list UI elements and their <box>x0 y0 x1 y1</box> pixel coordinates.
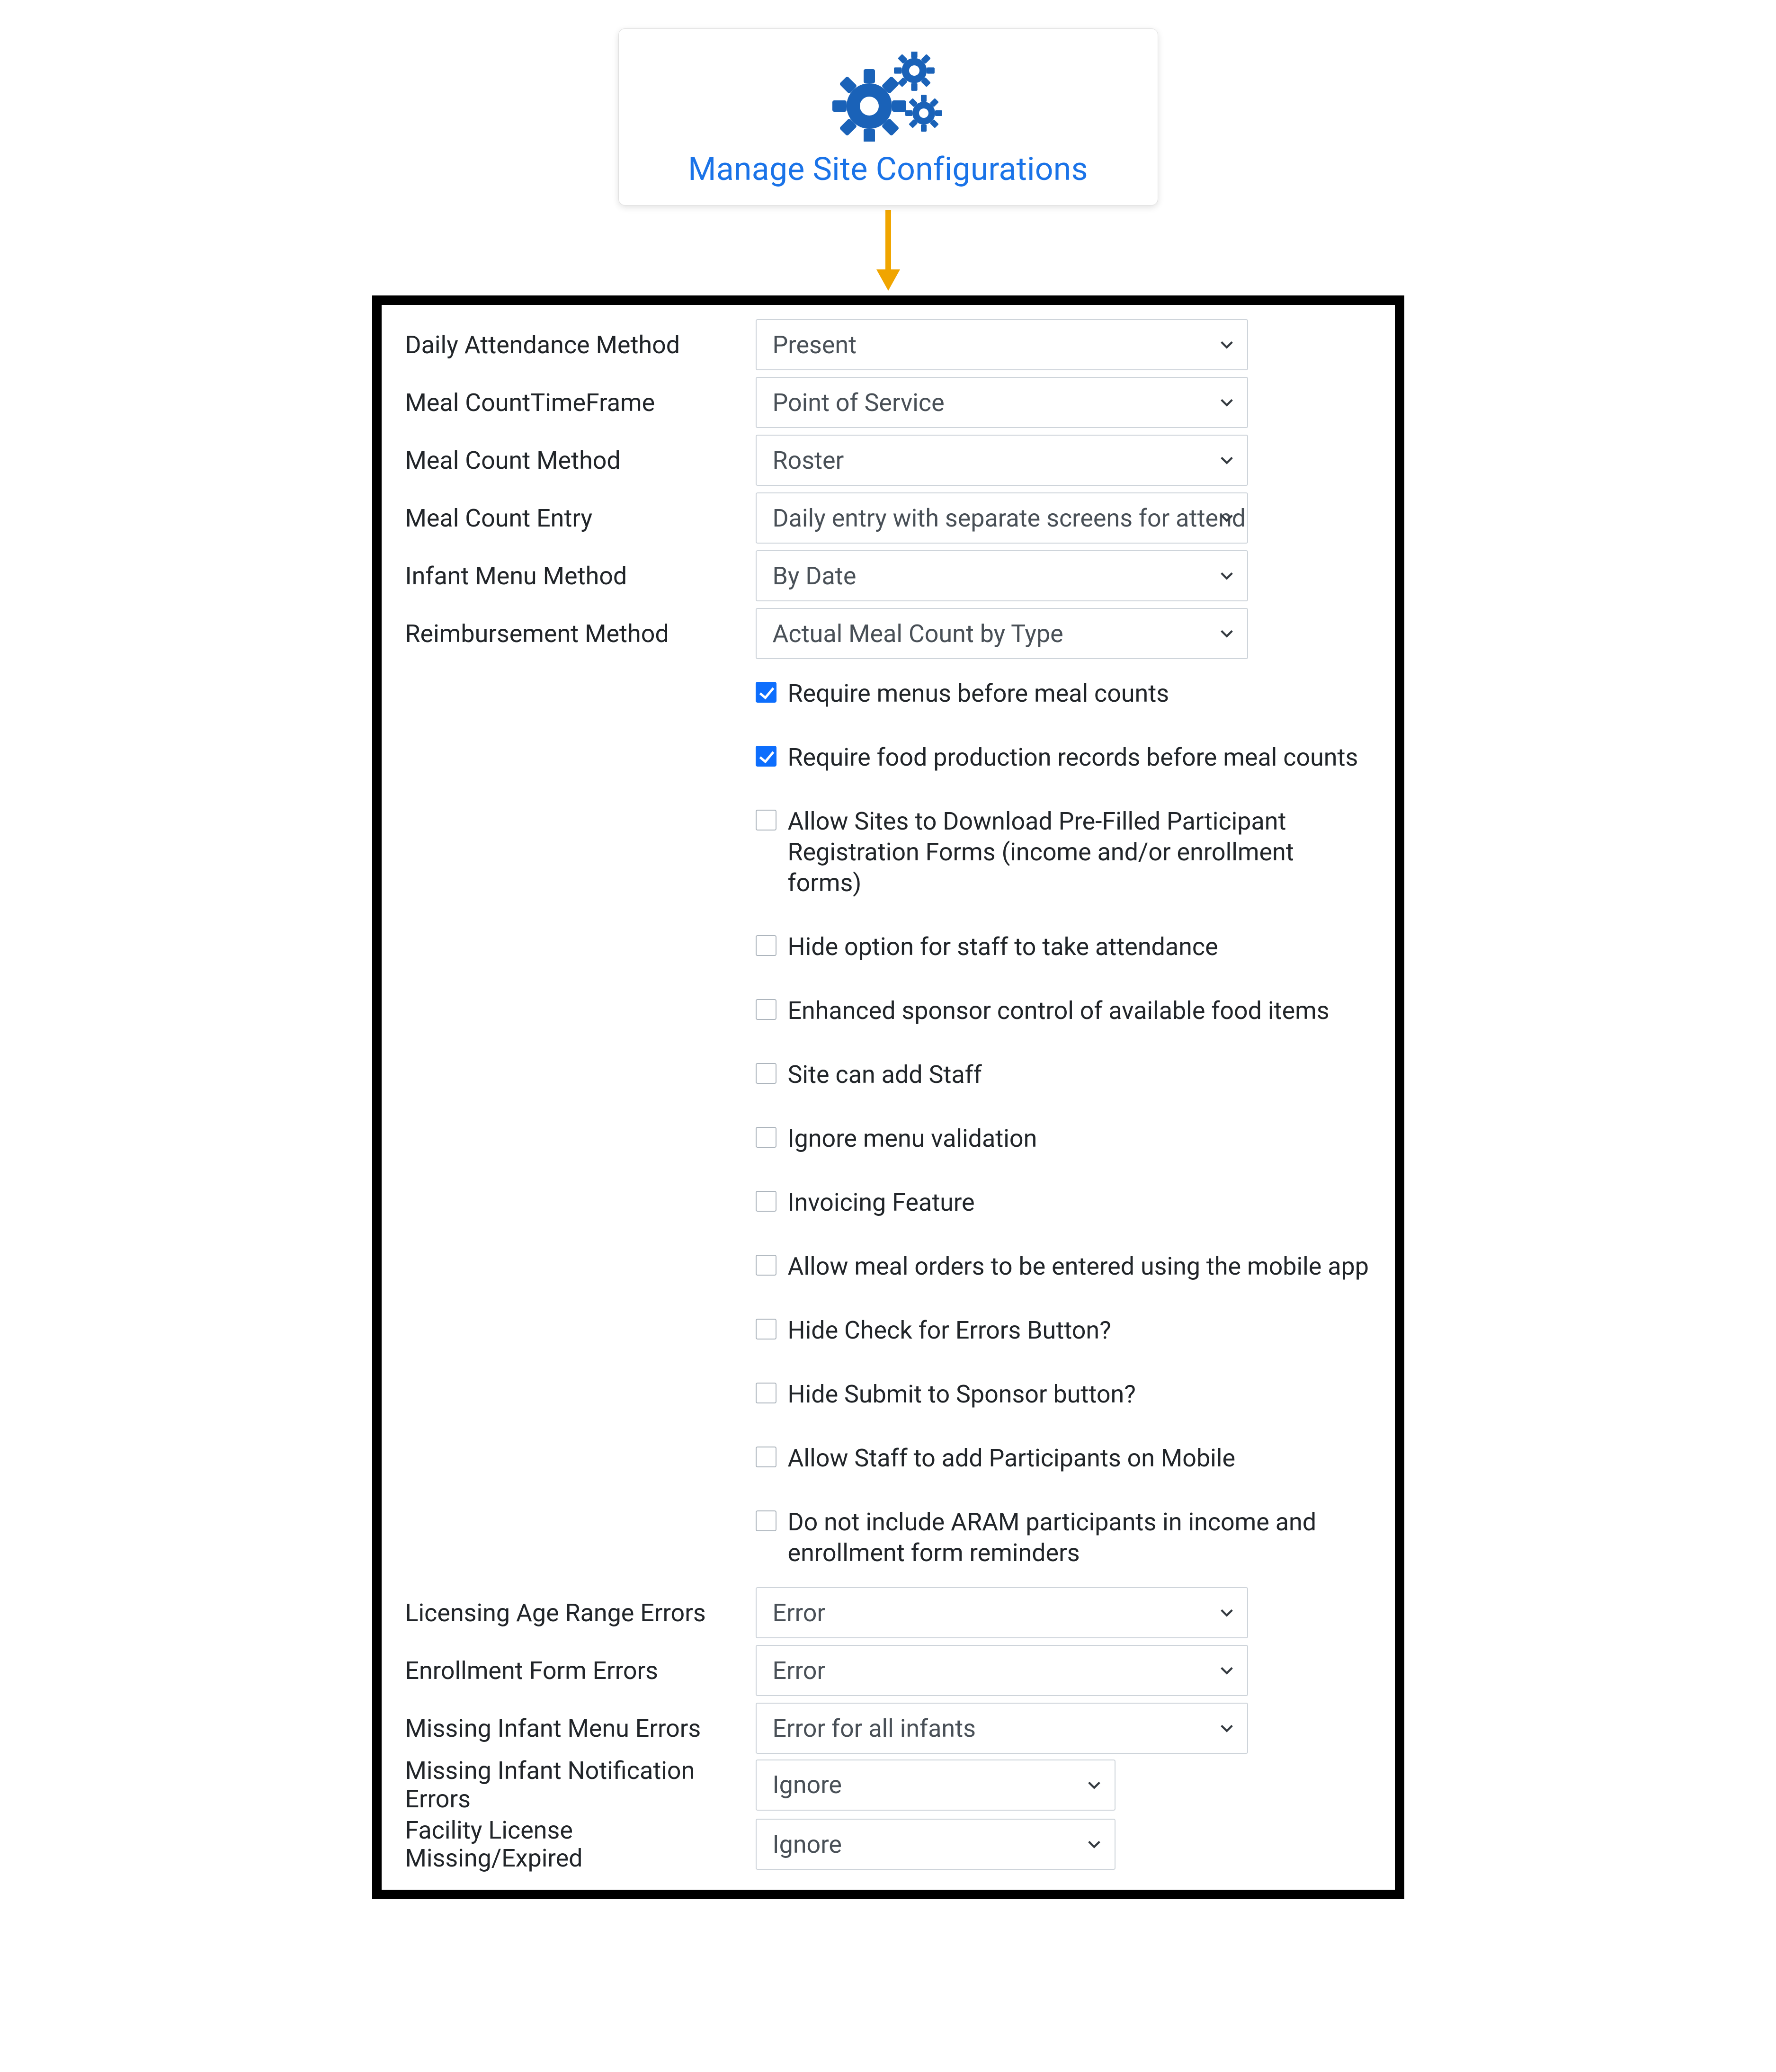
hide-staff-attendance-checkbox[interactable] <box>756 935 776 956</box>
exclude-aram-label: Do not include ARAM participants in inco… <box>788 1507 1371 1568</box>
ignore-menu-validation-label: Ignore menu validation <box>788 1123 1037 1154</box>
chevron-down-icon <box>1219 625 1235 642</box>
enhanced-sponsor-control-checkbox[interactable] <box>756 999 776 1020</box>
reimbursement-method-label: Reimbursement Method <box>405 618 756 649</box>
allow-download-prefilled-label: Allow Sites to Download Pre-Filled Parti… <box>788 806 1371 898</box>
missing-infant-menu-errors-label: Missing Infant Menu Errors <box>405 1713 756 1744</box>
manage-site-config-card[interactable]: Manage Site Configurations <box>618 28 1158 205</box>
require-food-production-label: Require food production records before m… <box>788 742 1358 773</box>
allow-meal-orders-mobile-label: Allow meal orders to be entered using th… <box>788 1251 1369 1282</box>
require-menus-label: Require menus before meal counts <box>788 678 1169 709</box>
daily-attendance-method-label: Daily Attendance Method <box>405 330 756 360</box>
infant-menu-method-select[interactable]: By Date <box>756 550 1248 601</box>
meal-count-entry-label: Meal Count Entry <box>405 503 756 534</box>
allow-staff-add-participants-mobile-checkbox[interactable] <box>756 1447 776 1467</box>
chevron-down-icon <box>1219 1605 1235 1621</box>
chevron-down-icon <box>1219 568 1235 584</box>
meal-count-method-select[interactable]: Roster <box>756 435 1248 486</box>
select-value: Ignore <box>773 1830 842 1859</box>
require-food-production-checkbox[interactable] <box>756 746 776 767</box>
ignore-menu-validation-checkbox[interactable] <box>756 1127 776 1148</box>
chevron-down-icon <box>1219 1662 1235 1679</box>
enrollment-form-errors-label: Enrollment Form Errors <box>405 1655 756 1686</box>
arrow-down-icon <box>0 210 1776 291</box>
select-value: Present <box>773 330 857 359</box>
reimbursement-method-select[interactable]: Actual Meal Count by Type <box>756 608 1248 659</box>
hide-check-errors-checkbox[interactable] <box>756 1319 776 1340</box>
invoicing-feature-label: Invoicing Feature <box>788 1187 975 1218</box>
meal-count-method-label: Meal Count Method <box>405 445 756 476</box>
chevron-down-icon <box>1086 1836 1102 1852</box>
card-title: Manage Site Configurations <box>628 150 1148 188</box>
chevron-down-icon <box>1086 1777 1102 1793</box>
missing-infant-notification-errors-label: Missing Infant Notification Errors <box>405 1757 756 1813</box>
licensing-age-range-errors-label: Licensing Age Range Errors <box>405 1598 756 1628</box>
allow-meal-orders-mobile-checkbox[interactable] <box>756 1255 776 1276</box>
chevron-down-icon <box>1219 394 1235 411</box>
hide-submit-sponsor-label: Hide Submit to Sponsor button? <box>788 1379 1136 1410</box>
select-value: By Date <box>773 562 857 590</box>
gears-icon <box>628 52 1148 142</box>
missing-infant-notification-errors-select[interactable]: Ignore <box>756 1759 1116 1811</box>
require-menus-checkbox[interactable] <box>756 682 776 703</box>
site-can-add-staff-label: Site can add Staff <box>788 1059 982 1090</box>
chevron-down-icon <box>1219 452 1235 468</box>
hide-staff-attendance-label: Hide option for staff to take attendance <box>788 931 1218 962</box>
invoicing-feature-checkbox[interactable] <box>756 1191 776 1212</box>
licensing-age-range-errors-select[interactable]: Error <box>756 1587 1248 1638</box>
chevron-down-icon <box>1219 1720 1235 1736</box>
chevron-down-icon <box>1219 337 1235 353</box>
facility-license-missing-expired-label: Facility License Missing/Expired <box>405 1816 756 1873</box>
exclude-aram-checkbox[interactable] <box>756 1510 776 1531</box>
select-value: Point of Service <box>773 388 945 417</box>
config-panel: Daily Attendance Method Present Meal Cou… <box>372 295 1404 1899</box>
select-value: Error <box>773 1599 826 1627</box>
select-value: Error for all infants <box>773 1714 976 1743</box>
enhanced-sponsor-control-label: Enhanced sponsor control of available fo… <box>788 995 1330 1026</box>
select-value: Roster <box>773 446 844 475</box>
meal-count-entry-select[interactable]: Daily entry with separate screens for at… <box>756 492 1248 544</box>
meal-count-time-frame-select[interactable]: Point of Service <box>756 377 1248 428</box>
select-value: Ignore <box>773 1770 842 1799</box>
infant-menu-method-label: Infant Menu Method <box>405 561 756 591</box>
allow-download-prefilled-checkbox[interactable] <box>756 810 776 831</box>
meal-count-time-frame-label: Meal CountTimeFrame <box>405 387 756 418</box>
missing-infant-menu-errors-select[interactable]: Error for all infants <box>756 1703 1248 1754</box>
site-can-add-staff-checkbox[interactable] <box>756 1063 776 1084</box>
hide-check-errors-label: Hide Check for Errors Button? <box>788 1315 1111 1346</box>
daily-attendance-method-select[interactable]: Present <box>756 319 1248 370</box>
allow-staff-add-participants-mobile-label: Allow Staff to add Participants on Mobil… <box>788 1443 1236 1474</box>
enrollment-form-errors-select[interactable]: Error <box>756 1645 1248 1696</box>
select-value: Actual Meal Count by Type <box>773 619 1063 648</box>
hide-submit-sponsor-checkbox[interactable] <box>756 1383 776 1403</box>
select-value: Daily entry with separate screens for at… <box>773 504 1246 533</box>
select-value: Error <box>773 1656 826 1685</box>
facility-license-missing-expired-select[interactable]: Ignore <box>756 1819 1116 1870</box>
